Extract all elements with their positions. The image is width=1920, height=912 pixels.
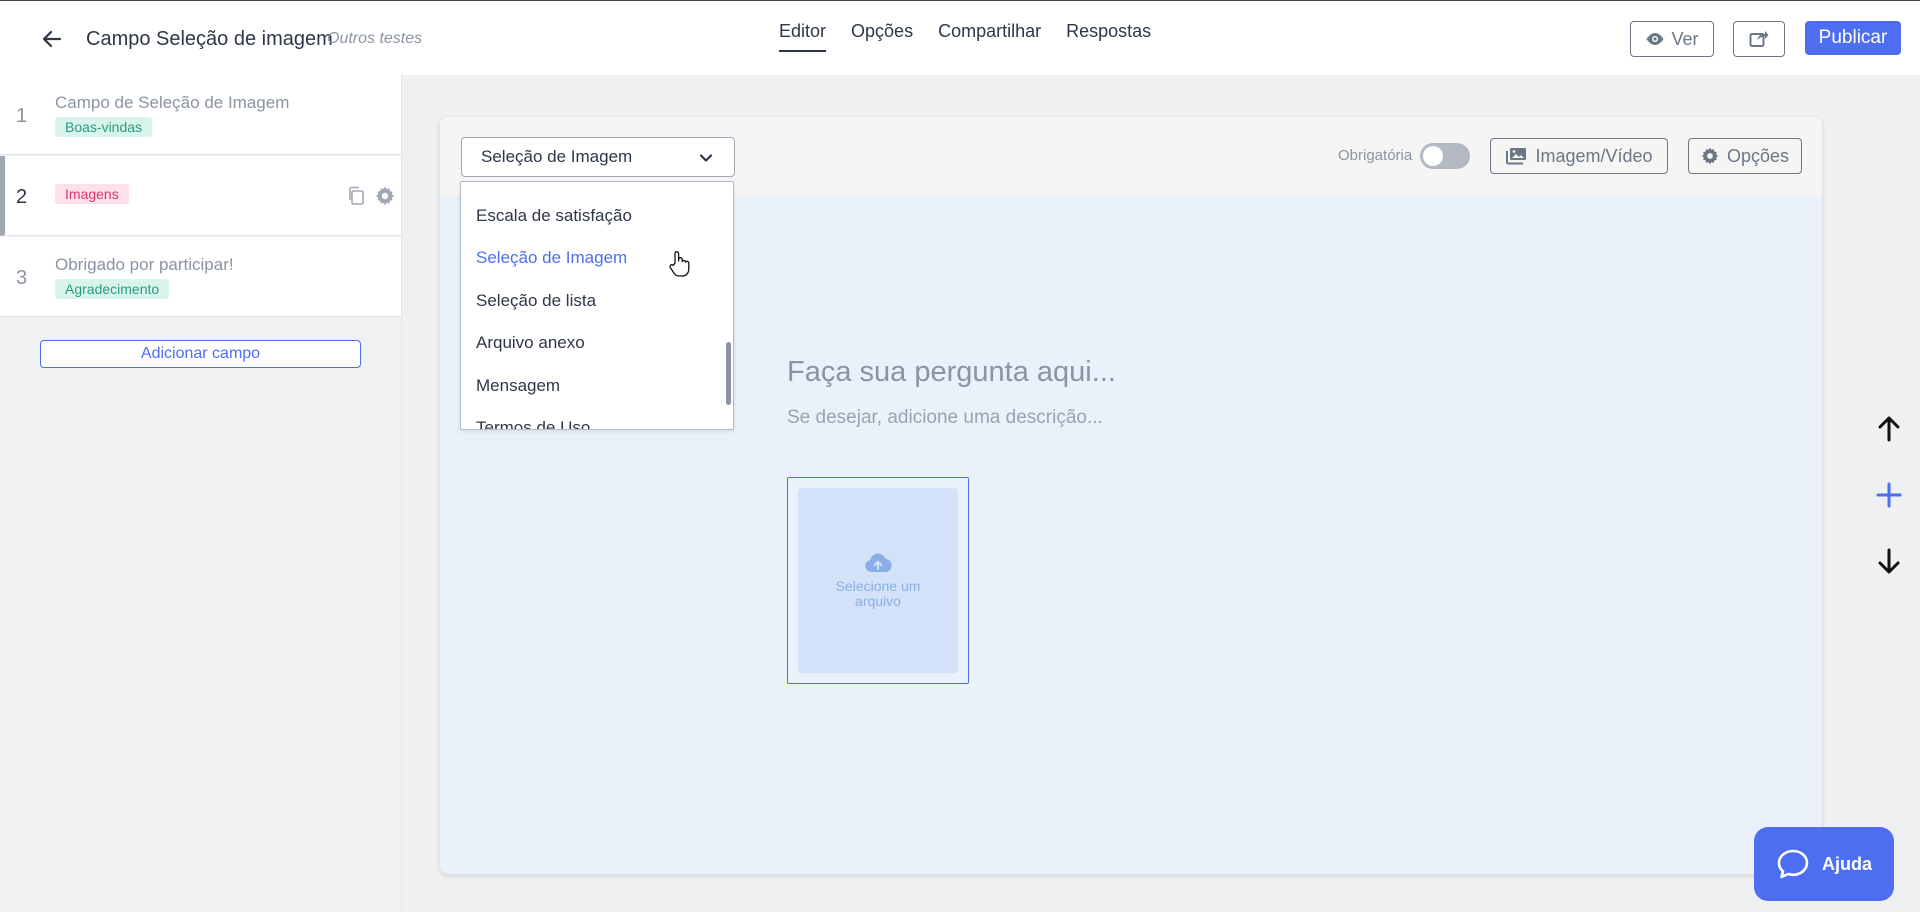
tab-share[interactable]: Compartilhar	[938, 21, 1041, 52]
help-label: Ajuda	[1821, 853, 1872, 874]
media-button[interactable]: Imagem/Vídeo	[1490, 138, 1668, 174]
fields-sidebar: 1 Campo de Seleção de Imagem Boas-vindas…	[0, 75, 402, 912]
sidebar-field-3[interactable]: 3 Obrigado por participar! Agradecimento	[0, 237, 401, 317]
field-type-select[interactable]: Seleção de Imagem	[461, 137, 735, 177]
required-toggle[interactable]	[1420, 143, 1470, 169]
dropdown-scrollbar[interactable]	[726, 342, 731, 405]
arrow-down-icon	[1878, 548, 1900, 574]
view-label: Ver	[1671, 28, 1699, 49]
dropdown-option-selected[interactable]: Seleção de Imagem	[476, 248, 627, 268]
field-label: Campo de Seleção de Imagem	[55, 93, 290, 112]
plus-icon	[1876, 482, 1902, 508]
field-type-dropdown: Escala de satisfação Seleção de Imagem S…	[460, 181, 734, 430]
eye-icon	[1646, 33, 1664, 45]
images-icon	[1506, 148, 1527, 165]
sidebar-field-2[interactable]: 2 Imagens	[0, 156, 401, 236]
top-header: Campo Seleção de imagem Outros testes Ed…	[0, 0, 1920, 75]
add-after-button[interactable]	[1874, 480, 1904, 510]
field-options-label: Opções	[1726, 145, 1790, 166]
field-label: Obrigado por participar!	[55, 255, 234, 274]
upload-area: Selecione um arquivo	[798, 488, 958, 673]
field-options-button[interactable]: Opções	[1688, 138, 1802, 174]
arrow-up-icon	[1878, 416, 1900, 442]
share-icon	[1749, 31, 1769, 47]
field-type-value: Seleção de Imagem	[481, 147, 633, 166]
share-button[interactable]	[1733, 21, 1785, 57]
publish-button[interactable]: Publicar	[1805, 21, 1901, 55]
form-title[interactable]: Campo Seleção de imagem	[86, 28, 333, 51]
cloud-upload-icon	[865, 553, 892, 572]
copy-icon[interactable]	[347, 186, 365, 211]
field-badge: Imagens	[55, 184, 129, 204]
field-actions	[347, 186, 395, 211]
main-nav: Editor Opções Compartilhar Respostas	[779, 21, 1176, 52]
field-number: 3	[16, 267, 28, 289]
hand-cursor-icon	[669, 251, 690, 277]
gear-icon[interactable]	[375, 186, 395, 211]
chevron-down-icon	[699, 154, 713, 162]
tab-editor[interactable]: Editor	[779, 21, 827, 52]
field-number: 1	[16, 105, 28, 127]
gear-icon	[1701, 147, 1719, 165]
tab-options[interactable]: Opções	[851, 21, 913, 52]
add-field-button[interactable]: Adicionar campo	[40, 340, 361, 368]
toggle-knob	[1423, 146, 1443, 166]
field-badge: Agradecimento	[55, 279, 170, 299]
question-input[interactable]: Faça sua pergunta aqui...	[787, 356, 1116, 389]
arrow-left-icon	[42, 30, 62, 48]
form-folder[interactable]: Outros testes	[327, 30, 422, 48]
chat-bubble-icon	[1777, 849, 1809, 879]
field-number: 2	[16, 186, 28, 208]
back-button[interactable]	[40, 27, 64, 51]
dropdown-option[interactable]: Seleção de lista	[476, 291, 596, 311]
view-button[interactable]: Ver	[1630, 21, 1714, 57]
description-input[interactable]: Se desejar, adicione uma descrição...	[787, 407, 1103, 429]
dropdown-option[interactable]: Arquivo anexo	[476, 333, 585, 353]
dropdown-option[interactable]: Termos de Uso	[476, 418, 590, 429]
move-up-button[interactable]	[1874, 414, 1904, 444]
upload-label: Selecione um arquivo	[835, 577, 921, 609]
move-down-button[interactable]	[1874, 546, 1904, 576]
dropdown-option[interactable]: Mensagem	[476, 376, 560, 396]
tab-responses[interactable]: Respostas	[1066, 21, 1151, 52]
help-button[interactable]: Ajuda	[1754, 827, 1894, 901]
dropdown-option[interactable]: Escala de satisfação	[476, 206, 632, 226]
media-label: Imagem/Vídeo	[1535, 145, 1653, 166]
field-badge: Boas-vindas	[55, 117, 153, 137]
required-label: Obrigatória	[1338, 147, 1413, 164]
sidebar-field-1[interactable]: 1 Campo de Seleção de Imagem Boas-vindas	[0, 75, 401, 155]
image-upload-box[interactable]: Selecione um arquivo	[787, 477, 969, 684]
